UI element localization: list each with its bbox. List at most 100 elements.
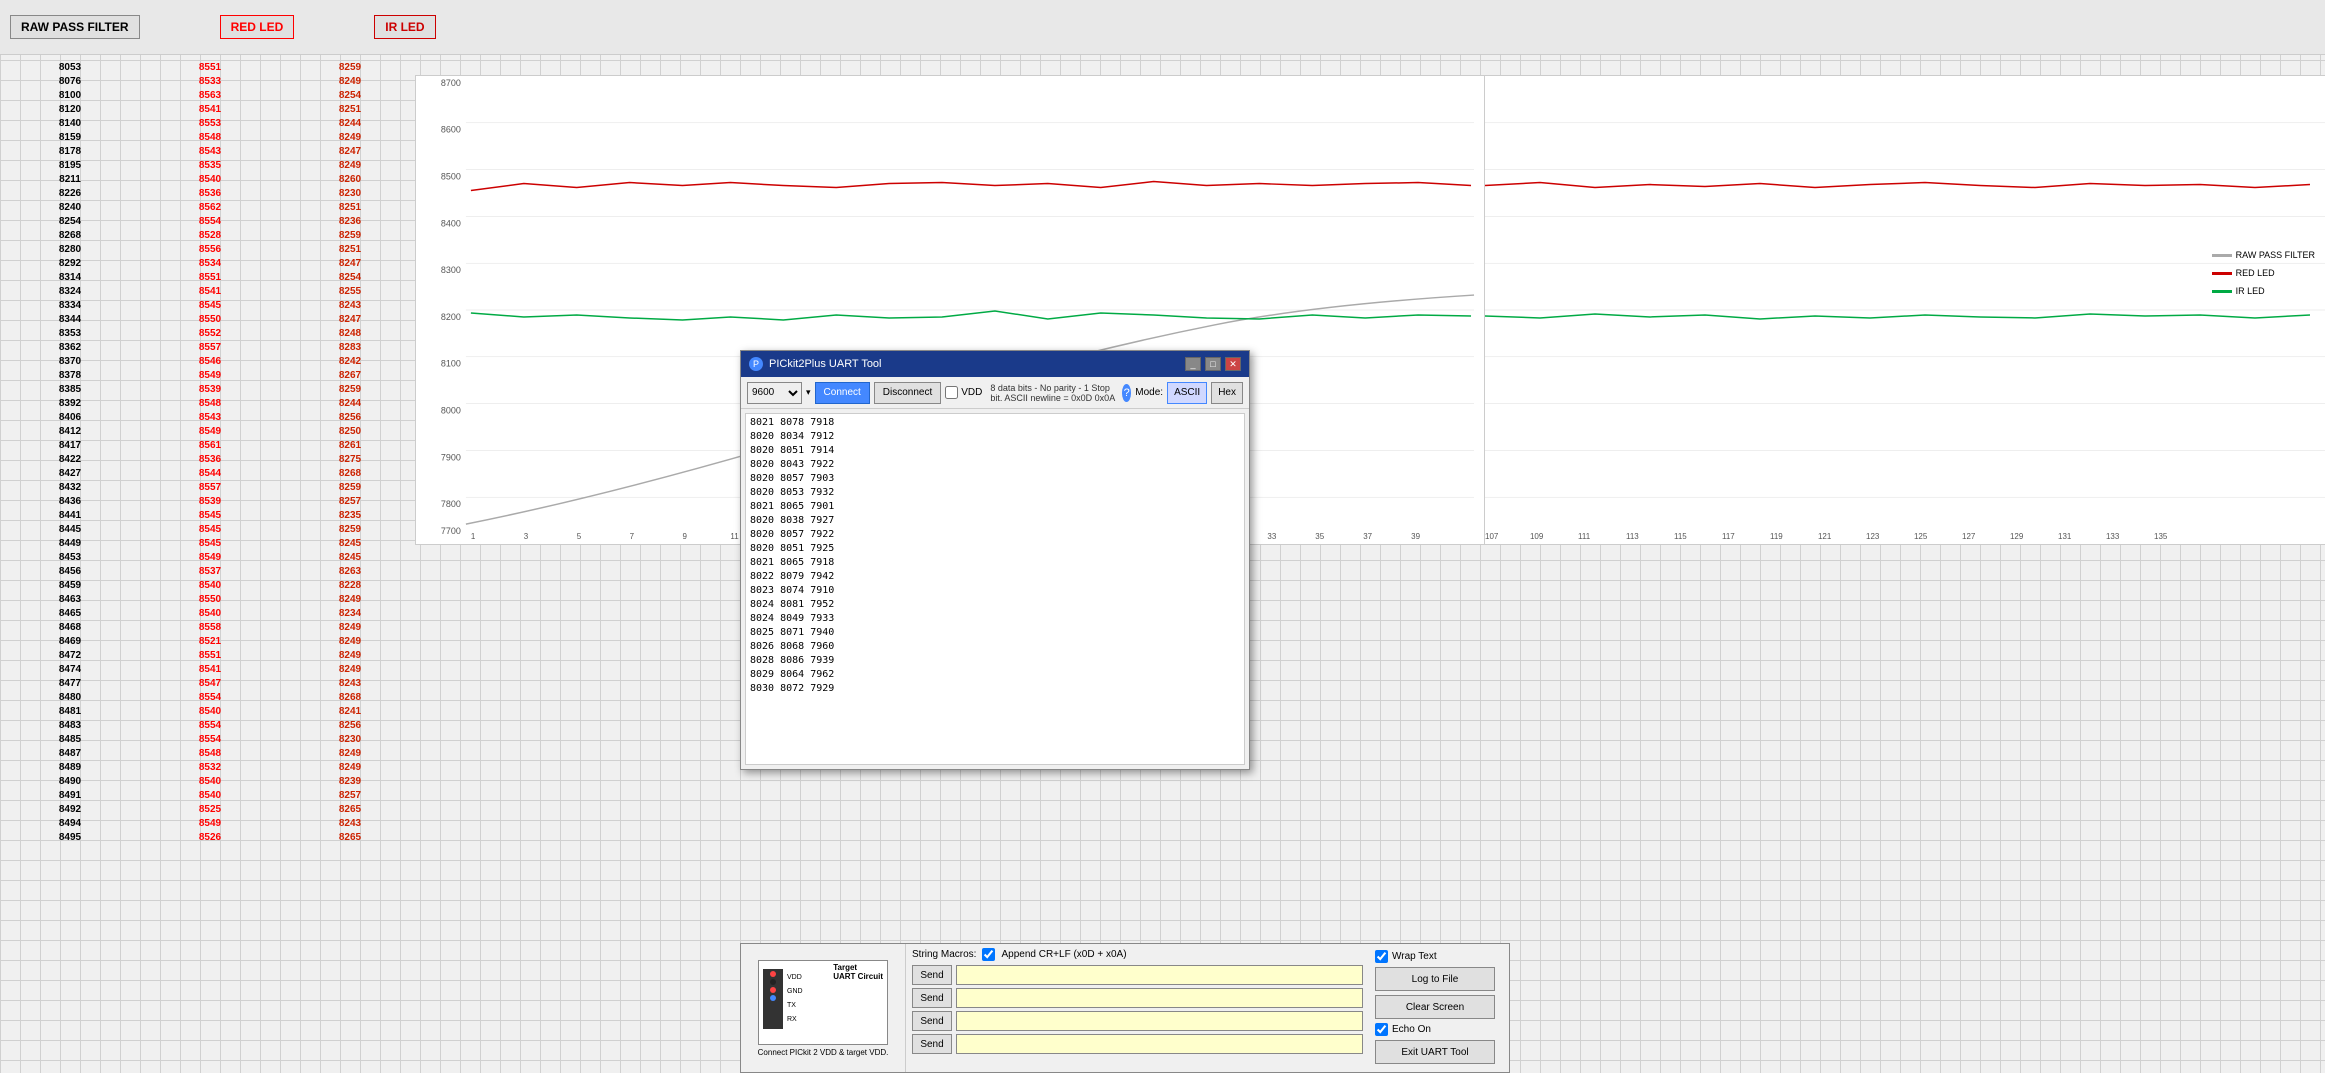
red-data-cell: 8540 [140, 774, 280, 788]
dialog-window-controls: _ □ ✕ [1185, 357, 1241, 371]
raw-data-cell: 8292 [0, 256, 140, 270]
red-data-cell: 8548 [140, 746, 280, 760]
ir-data-cell: 8268 [280, 466, 420, 480]
data-columns-area: 8053807681008120814081598178819582118226… [0, 55, 420, 1073]
send-button-4[interactable]: Send [912, 1034, 952, 1054]
ir-data-cell: 8239 [280, 774, 420, 788]
uart-output-area[interactable]: 8021 8078 79188020 8034 79128020 8051 79… [745, 413, 1245, 765]
wrap-text-checkbox[interactable] [1375, 950, 1388, 963]
ir-data-cell: 8228 [280, 578, 420, 592]
disconnect-button[interactable]: Disconnect [874, 382, 941, 404]
ir-data-cell: 8245 [280, 550, 420, 564]
raw-data-cell: 8240 [0, 200, 140, 214]
raw-data-cell: 8489 [0, 760, 140, 774]
red-data-cell: 8521 [140, 634, 280, 648]
mode-label: Mode: [1135, 387, 1163, 398]
legend-red-label: RED LED [2236, 268, 2275, 278]
svg-text:8700: 8700 [441, 78, 461, 88]
uart-data-row: 8020 8057 7922 [750, 528, 1240, 542]
red-data-cell: 8551 [140, 60, 280, 74]
red-data-cell: 8553 [140, 116, 280, 130]
ir-data-cell: 8230 [280, 186, 420, 200]
append-crlf-checkbox[interactable] [982, 948, 995, 961]
macro-input-3[interactable] [956, 1011, 1363, 1031]
string-macros-label: String Macros: [912, 949, 976, 960]
raw-data-cell: 8334 [0, 298, 140, 312]
ir-data-cell: 8236 [280, 214, 420, 228]
raw-data-cell: 8314 [0, 270, 140, 284]
red-data-cell: 8543 [140, 410, 280, 424]
raw-data-cell: 8412 [0, 424, 140, 438]
close-button[interactable]: ✕ [1225, 357, 1241, 371]
circuit-diagram: TargetUART Circuit VDD GND TX RX [758, 960, 888, 1045]
send-button-2[interactable]: Send [912, 988, 952, 1008]
macro-input-4[interactable] [956, 1034, 1363, 1054]
extended-chart: 107 109 111 113 115 117 119 121 123 125 … [1485, 75, 2325, 545]
svg-text:123: 123 [1866, 532, 1880, 541]
echo-on-checkbox[interactable] [1375, 1023, 1388, 1036]
raw-data-cell: 8449 [0, 536, 140, 550]
raw-column: 8053807681008120814081598178819582118226… [0, 55, 140, 1073]
macro-row-2: Send [912, 988, 1363, 1008]
raw-data-cell: 8195 [0, 158, 140, 172]
ir-column: 8259824982548251824482498247824982608230… [280, 55, 420, 1073]
ir-data-cell: 8257 [280, 494, 420, 508]
ir-data-cell: 8275 [280, 452, 420, 466]
red-data-cell: 8551 [140, 270, 280, 284]
raw-data-cell: 8474 [0, 662, 140, 676]
svg-text:5: 5 [577, 532, 582, 541]
send-button-1[interactable]: Send [912, 965, 952, 985]
svg-text:127: 127 [1962, 532, 1976, 541]
ir-data-cell: 8234 [280, 606, 420, 620]
ir-data-cell: 8259 [280, 382, 420, 396]
echo-on-row: Echo On [1375, 1023, 1503, 1036]
macros-inputs-area: String Macros: Append CR+LF (x0D + x0A) … [906, 944, 1369, 1072]
raw-data-cell: 8344 [0, 312, 140, 326]
maximize-button[interactable]: □ [1205, 357, 1221, 371]
ir-data-cell: 8265 [280, 802, 420, 816]
raw-data-cell: 8485 [0, 732, 140, 746]
clear-screen-button[interactable]: Clear Screen [1375, 995, 1495, 1019]
uart-data-row: 8023 8074 7910 [750, 584, 1240, 598]
ir-data-cell: 8259 [280, 60, 420, 74]
raw-data-cell: 8392 [0, 396, 140, 410]
raw-data-cell: 8469 [0, 634, 140, 648]
connect-button[interactable]: Connect [815, 382, 870, 404]
ir-data-cell: 8249 [280, 74, 420, 88]
raw-data-cell: 8140 [0, 116, 140, 130]
hex-mode-button[interactable]: Hex [1211, 382, 1243, 404]
log-to-file-button[interactable]: Log to File [1375, 967, 1495, 991]
pickit-connector [763, 969, 783, 1029]
raw-data-cell: 8491 [0, 788, 140, 802]
pin-tx [770, 987, 776, 993]
pin-labels: VDD GND TX RX [787, 971, 803, 1027]
ascii-mode-button[interactable]: ASCII [1167, 382, 1207, 404]
pin-gnd [770, 979, 776, 985]
help-icon[interactable]: ? [1122, 384, 1131, 402]
send-button-3[interactable]: Send [912, 1011, 952, 1031]
red-data-cell: 8561 [140, 438, 280, 452]
ir-data-cell: 8230 [280, 732, 420, 746]
svg-text:117: 117 [1722, 532, 1735, 541]
macro-row-4: Send [912, 1034, 1363, 1054]
ir-data-cell: 8241 [280, 704, 420, 718]
vdd-checkbox[interactable] [945, 386, 958, 399]
exit-uart-button[interactable]: Exit UART Tool [1375, 1040, 1495, 1064]
macro-input-2[interactable] [956, 988, 1363, 1008]
ir-data-cell: 8254 [280, 270, 420, 284]
red-data-cell: 8550 [140, 312, 280, 326]
uart-data-row: 8020 8057 7903 [750, 472, 1240, 486]
red-data-cell: 8545 [140, 536, 280, 550]
red-data-cell: 8540 [140, 606, 280, 620]
baud-rate-select[interactable]: 9600 19200 115200 [747, 382, 802, 404]
red-data-cell: 8550 [140, 592, 280, 606]
svg-text:35: 35 [1315, 532, 1324, 541]
ir-data-cell: 8249 [280, 746, 420, 760]
uart-data-row: 8026 8068 7960 [750, 640, 1240, 654]
raw-data-cell: 8441 [0, 508, 140, 522]
red-column: 8551853385638541855385488543853585408536… [140, 55, 280, 1073]
macro-input-1[interactable] [956, 965, 1363, 985]
red-data-cell: 8541 [140, 284, 280, 298]
ir-data-cell: 8251 [280, 102, 420, 116]
minimize-button[interactable]: _ [1185, 357, 1201, 371]
